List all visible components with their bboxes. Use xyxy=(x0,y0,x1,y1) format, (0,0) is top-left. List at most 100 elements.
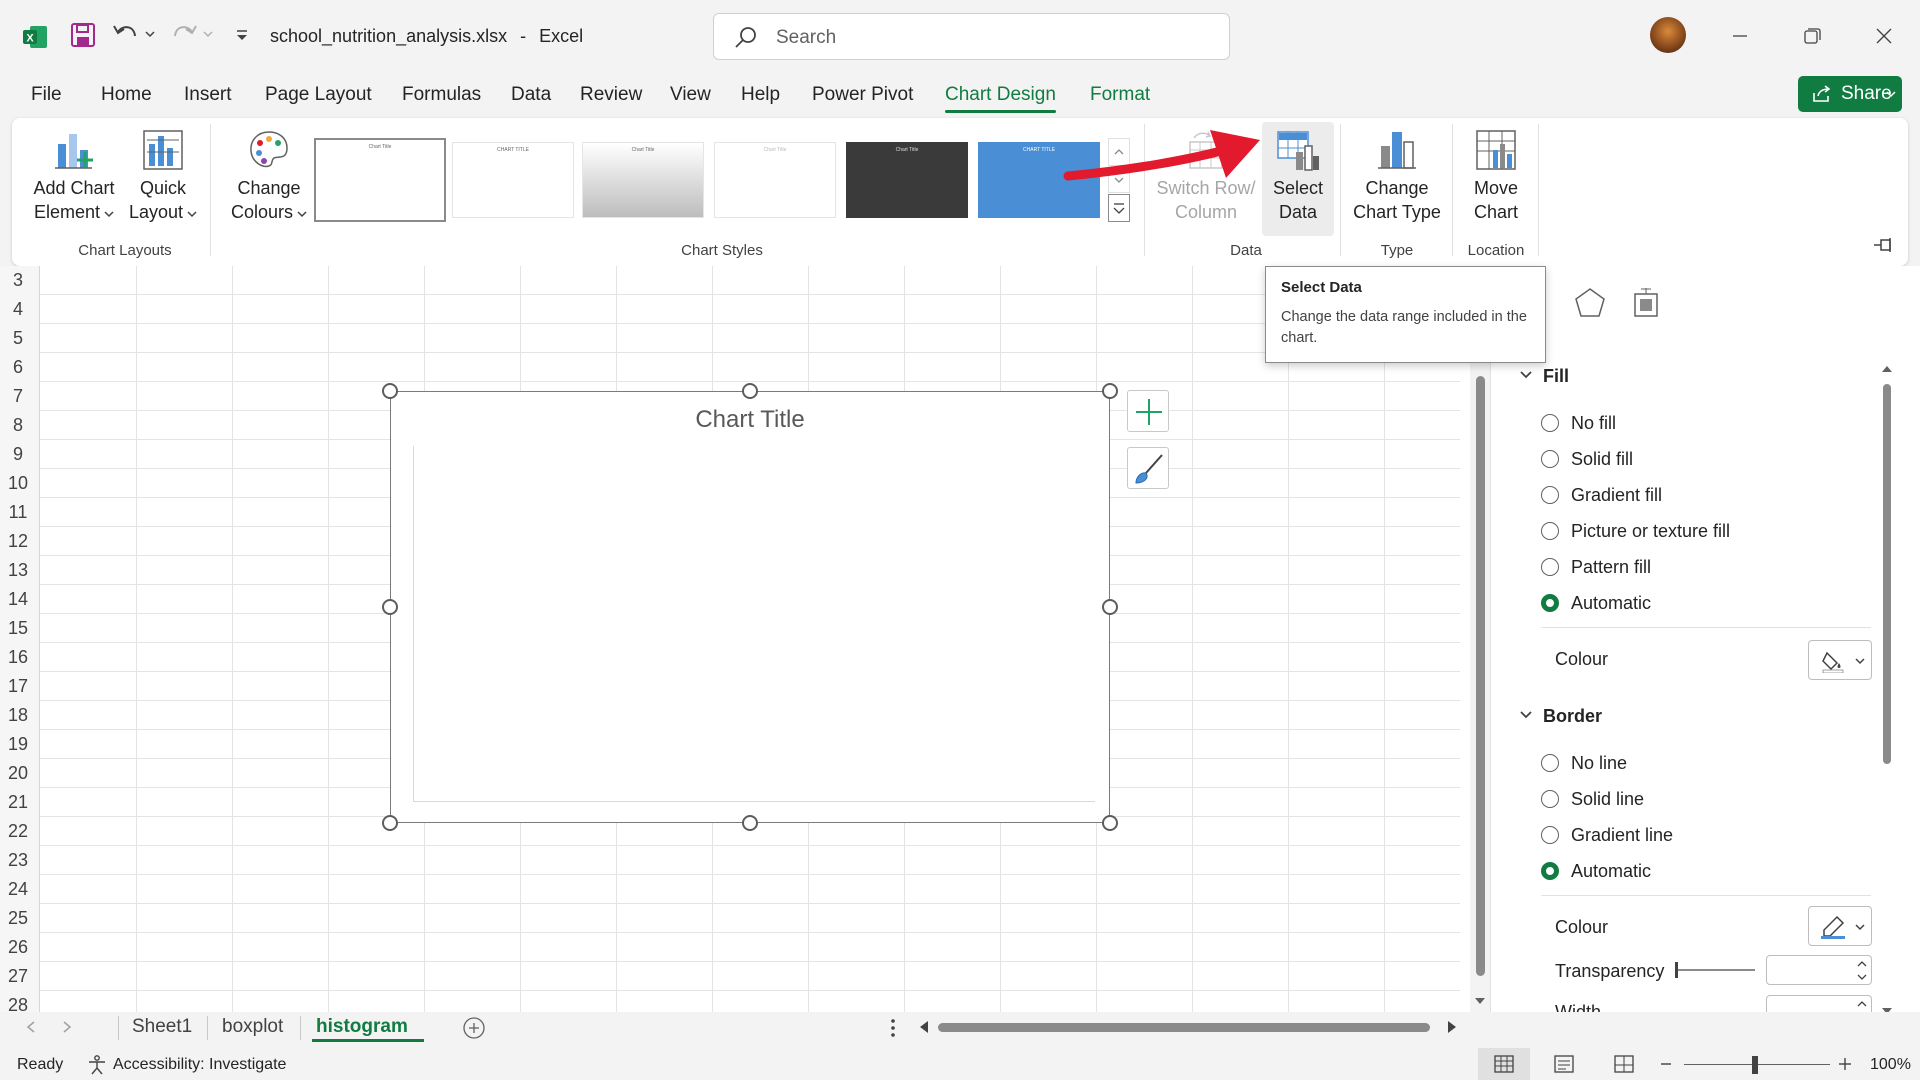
horizontal-scrollbar-thumb[interactable] xyxy=(938,1023,1430,1032)
user-avatar[interactable] xyxy=(1650,17,1686,53)
row-number[interactable]: 5 xyxy=(0,328,36,349)
zoom-level[interactable]: 100% xyxy=(1870,1056,1911,1074)
transparency-slider-thumb[interactable] xyxy=(1675,962,1678,978)
scroll-down-icon[interactable] xyxy=(1474,996,1486,1006)
row-number[interactable]: 25 xyxy=(0,908,36,929)
spin-up-icon[interactable] xyxy=(1857,1000,1867,1008)
scroll-right-icon[interactable] xyxy=(1446,1020,1458,1034)
row-number[interactable]: 26 xyxy=(0,937,36,958)
zoom-out-icon[interactable] xyxy=(1660,1059,1672,1069)
tab-chart-design[interactable]: Chart Design xyxy=(945,84,1056,113)
row-number[interactable]: 23 xyxy=(0,850,36,871)
chart-elements-button[interactable] xyxy=(1127,390,1169,432)
row-number[interactable]: 20 xyxy=(0,763,36,784)
row-number[interactable]: 4 xyxy=(0,299,36,320)
row-number[interactable]: 24 xyxy=(0,879,36,900)
zoom-slider-thumb[interactable] xyxy=(1752,1056,1758,1074)
resize-handle-top[interactable] xyxy=(742,383,758,399)
tab-power-pivot[interactable]: Power Pivot xyxy=(812,84,913,106)
tab-page-layout[interactable]: Page Layout xyxy=(265,84,372,106)
resize-handle-right[interactable] xyxy=(1102,599,1118,615)
more-options-icon[interactable] xyxy=(890,1018,896,1038)
redo-dropdown-icon[interactable] xyxy=(203,31,213,39)
minimize-icon[interactable] xyxy=(1720,20,1760,52)
row-number[interactable]: 14 xyxy=(0,589,36,610)
sheet-vertical-scrollbar[interactable] xyxy=(1470,266,1490,1012)
spin-up-icon[interactable] xyxy=(1857,960,1867,968)
tab-view[interactable]: View xyxy=(670,84,711,106)
row-number[interactable]: 27 xyxy=(0,966,36,987)
close-icon[interactable] xyxy=(1864,20,1904,52)
resize-handle-bottom-left[interactable] xyxy=(382,815,398,831)
resize-handle-top-left[interactable] xyxy=(382,383,398,399)
chart-style-1[interactable]: Chart Title xyxy=(314,138,446,222)
sheet-tab-histogram[interactable]: histogram xyxy=(316,1016,408,1038)
tab-review[interactable]: Review xyxy=(580,84,642,106)
row-number[interactable]: 21 xyxy=(0,792,36,813)
chart-style-2[interactable]: CHART TITLE xyxy=(452,142,574,218)
chart-title[interactable]: Chart Title xyxy=(391,406,1109,434)
chart-style-3[interactable]: Chart Title xyxy=(582,142,704,218)
quick-layout-button[interactable]: Quick Layout xyxy=(120,128,206,224)
row-number[interactable]: 15 xyxy=(0,618,36,639)
resize-handle-left[interactable] xyxy=(382,599,398,615)
sheet-tab-sheet1[interactable]: Sheet1 xyxy=(132,1016,192,1038)
row-number[interactable]: 8 xyxy=(0,415,36,436)
gallery-expand-icon[interactable] xyxy=(1108,194,1130,222)
row-number[interactable]: 18 xyxy=(0,705,36,726)
sheet-tab-boxplot[interactable]: boxplot xyxy=(222,1016,283,1038)
border-section-heading[interactable]: Border xyxy=(1543,706,1602,727)
pane-scrollbar-thumb[interactable] xyxy=(1883,384,1891,764)
pin-ribbon-icon[interactable] xyxy=(1872,236,1896,254)
status-accessibility[interactable]: Accessibility: Investigate xyxy=(113,1056,286,1074)
row-number[interactable]: 3 xyxy=(0,270,36,291)
row-number[interactable]: 28 xyxy=(0,995,36,1012)
save-icon[interactable] xyxy=(70,22,96,48)
chevron-down-icon[interactable] xyxy=(1519,710,1533,720)
resize-handle-bottom-right[interactable] xyxy=(1102,815,1118,831)
size-properties-icon[interactable] xyxy=(1631,286,1663,320)
chart-style-5[interactable]: Chart Title xyxy=(846,142,968,218)
row-number[interactable]: 19 xyxy=(0,734,36,755)
page-break-preview-icon[interactable] xyxy=(1614,1055,1634,1073)
row-number[interactable]: 6 xyxy=(0,357,36,378)
border-colour-picker[interactable] xyxy=(1808,906,1872,946)
row-number[interactable]: 9 xyxy=(0,444,36,465)
resize-handle-bottom[interactable] xyxy=(742,815,758,831)
scroll-up-icon[interactable] xyxy=(1881,364,1893,374)
share-button[interactable]: Share xyxy=(1798,76,1902,112)
row-number[interactable]: 10 xyxy=(0,473,36,494)
undo-dropdown-icon[interactable] xyxy=(145,31,155,39)
tab-insert[interactable]: Insert xyxy=(184,84,232,106)
fill-colour-picker[interactable] xyxy=(1808,640,1872,680)
chevron-down-icon[interactable] xyxy=(1519,370,1533,380)
undo-icon[interactable] xyxy=(112,22,140,46)
transparency-slider[interactable] xyxy=(1675,969,1755,971)
fill-section-heading[interactable]: Fill xyxy=(1543,366,1569,387)
restore-icon[interactable] xyxy=(1792,20,1832,52)
change-chart-type-button[interactable]: Change Chart Type xyxy=(1348,128,1446,224)
row-number[interactable]: 13 xyxy=(0,560,36,581)
search-box[interactable]: Search xyxy=(713,13,1230,60)
prev-sheet-icon[interactable] xyxy=(26,1021,36,1033)
sheet-scrollbar-thumb[interactable] xyxy=(1476,376,1485,976)
row-number[interactable]: 17 xyxy=(0,676,36,697)
tab-data[interactable]: Data xyxy=(511,84,551,106)
add-sheet-icon[interactable] xyxy=(462,1016,486,1040)
redo-icon[interactable] xyxy=(170,22,198,46)
page-layout-view-icon[interactable] xyxy=(1554,1055,1574,1073)
normal-view-button[interactable] xyxy=(1478,1048,1530,1080)
row-number[interactable]: 16 xyxy=(0,647,36,668)
row-number[interactable]: 7 xyxy=(0,386,36,407)
chart-object[interactable]: Chart Title xyxy=(390,391,1110,823)
chart-styles-button[interactable] xyxy=(1127,447,1169,489)
move-chart-button[interactable]: Move Chart xyxy=(1458,128,1534,224)
row-number[interactable]: 22 xyxy=(0,821,36,842)
resize-handle-top-right[interactable] xyxy=(1102,383,1118,399)
tab-formulas[interactable]: Formulas xyxy=(402,84,481,106)
next-sheet-icon[interactable] xyxy=(62,1021,72,1033)
tab-help[interactable]: Help xyxy=(741,84,780,106)
tab-format[interactable]: Format xyxy=(1090,84,1150,106)
customize-toolbar-icon[interactable] xyxy=(235,30,249,42)
plot-area[interactable] xyxy=(413,446,1095,802)
